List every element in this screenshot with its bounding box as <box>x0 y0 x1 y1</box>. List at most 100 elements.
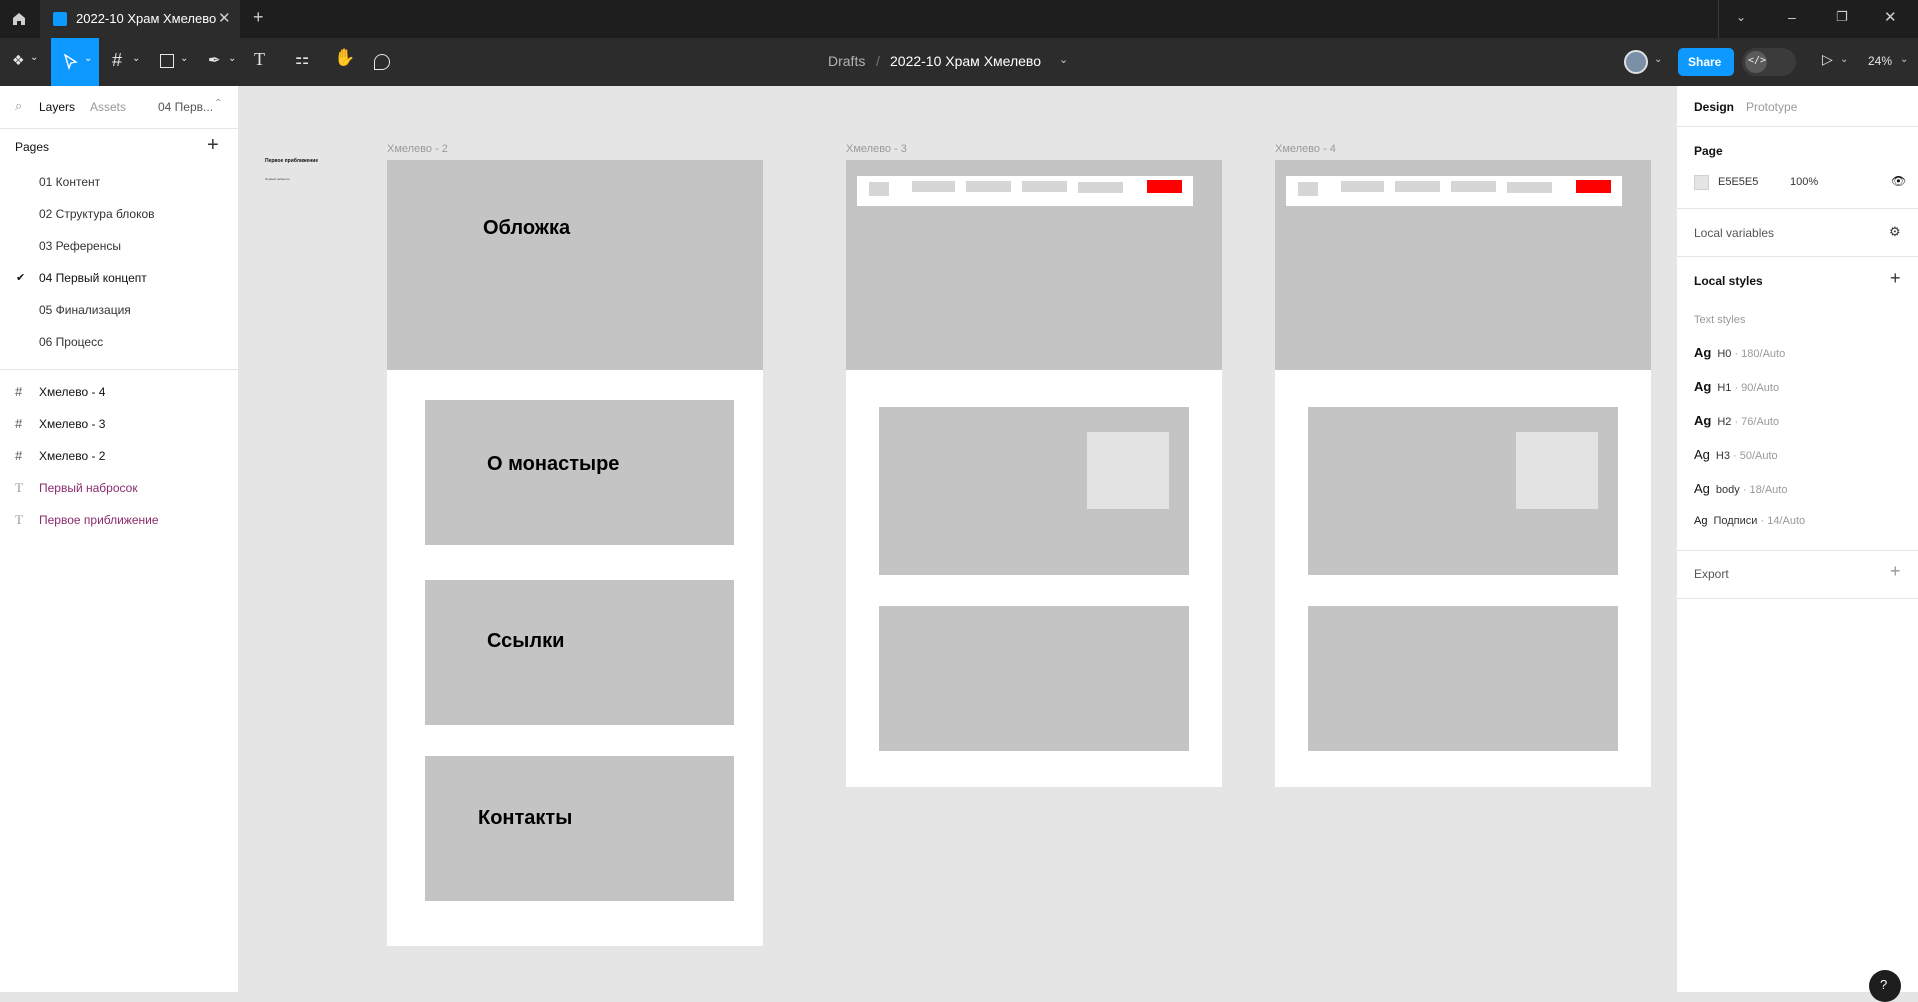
eye-icon[interactable]: 👁 <box>1891 174 1906 188</box>
help-button[interactable]: ? <box>1869 970 1901 1002</box>
page-item[interactable]: 01 Контент <box>0 166 238 198</box>
text-style-item[interactable]: Ag H0 · 180/Auto <box>1694 345 1785 365</box>
text-styles-title: Text styles <box>1694 314 1746 326</box>
design-canvas[interactable]: Первое приближение Первый набросок Хмеле… <box>240 86 1676 992</box>
image-placeholder <box>1516 432 1598 509</box>
close-tab-icon[interactable]: ✕ <box>218 9 231 27</box>
frame-khmelevo-3[interactable] <box>846 160 1222 787</box>
local-variables-label[interactable]: Local variables <box>1694 226 1774 240</box>
page-opacity-value[interactable]: 100% <box>1790 176 1818 188</box>
page-label: 06 Процесс <box>39 335 104 349</box>
divider <box>1677 208 1918 209</box>
chevron-down-icon[interactable]: ⌄ <box>1736 10 1746 24</box>
home-icon <box>13 13 25 25</box>
home-button[interactable] <box>0 0 38 38</box>
present-play-icon[interactable]: ▷ <box>1822 51 1833 68</box>
comment-icon[interactable] <box>374 54 390 70</box>
layer-item-frame[interactable]: # Хмелево - 2 <box>0 440 238 472</box>
divider <box>0 128 238 129</box>
page-section-title: Page <box>1694 144 1723 158</box>
new-tab-button[interactable]: + <box>253 7 264 28</box>
export-label[interactable]: Export <box>1694 567 1729 581</box>
pen-tool-button[interactable]: ✒ ⌄ <box>206 50 240 74</box>
chevron-down-icon[interactable]: ⌄ <box>1059 53 1068 66</box>
divider <box>1677 256 1918 257</box>
canvas-tiny-title[interactable]: Первое приближение <box>265 158 318 164</box>
text-style-item[interactable]: Ag Подписи · 14/Auto <box>1694 515 1805 535</box>
close-window-button[interactable]: ✕ <box>1884 8 1897 26</box>
share-button[interactable]: Share <box>1678 48 1734 76</box>
share-button-label: Share <box>1688 55 1722 69</box>
text-style-name: body <box>1715 484 1740 496</box>
tab-prototype[interactable]: Prototype <box>1746 100 1797 114</box>
help-icon: ? <box>1880 977 1888 992</box>
frame-label[interactable]: Хмелево - 4 <box>1275 143 1336 155</box>
nav-cta-button <box>1576 180 1611 193</box>
frame-tool-button[interactable]: # ⌄ <box>110 50 144 74</box>
variables-settings-icon[interactable]: ⚙ <box>1889 224 1901 240</box>
text-style-item[interactable]: Ag H3 · 50/Auto <box>1694 447 1778 467</box>
text-style-meta: · 50/Auto <box>1729 450 1778 462</box>
page-item[interactable]: 03 Референсы <box>0 230 238 262</box>
tab-layers[interactable]: Layers <box>39 100 75 114</box>
tab-design[interactable]: Design <box>1694 100 1734 114</box>
resources-icon[interactable]: ⚏ <box>295 49 309 69</box>
zoom-level[interactable]: 24% <box>1868 54 1892 68</box>
text-style-item[interactable]: Ag H1 · 90/Auto <box>1694 379 1779 399</box>
tab-assets[interactable]: Assets <box>90 100 126 114</box>
add-export-button[interactable]: + <box>1890 561 1901 582</box>
page-item[interactable]: 02 Структура блоков <box>0 198 238 230</box>
nav-item <box>1341 181 1384 192</box>
page-item-selected[interactable]: ✔ 04 Первый концепт <box>0 262 238 294</box>
nav-item <box>1507 182 1552 193</box>
frame-label[interactable]: Хмелево - 3 <box>846 143 907 155</box>
text-style-name: H2 <box>1717 416 1732 428</box>
minimize-button[interactable]: – <box>1788 9 1796 25</box>
frame-khmelevo-4[interactable] <box>1275 160 1651 787</box>
page-item[interactable]: 06 Процесс <box>0 326 238 358</box>
pen-icon: ✒ <box>208 52 221 69</box>
layer-item-frame[interactable]: # Хмелево - 3 <box>0 408 238 440</box>
layer-item-text[interactable]: T Первый набросок <box>0 472 238 504</box>
divider <box>1677 550 1918 551</box>
user-avatar[interactable] <box>1624 50 1648 74</box>
page-color-swatch[interactable] <box>1694 175 1709 190</box>
text-style-meta: · 90/Auto <box>1731 382 1780 394</box>
file-tab[interactable]: 2022-10 Храм Хмелево ✕ <box>40 0 240 38</box>
hand-tool-icon[interactable]: ✋ <box>334 48 355 68</box>
frame-label[interactable]: Хмелево - 2 <box>387 143 448 155</box>
shape-tool-button[interactable]: ⌄ <box>158 50 192 74</box>
chevron-down-icon[interactable]: ⌄ <box>1900 54 1908 65</box>
restore-button[interactable]: ❐ <box>1836 9 1848 25</box>
figma-file-icon <box>53 12 67 26</box>
frame-khmelevo-2[interactable]: Обложка О монастыре Ссылки Контакты <box>387 160 763 946</box>
add-page-button[interactable]: + <box>207 134 219 157</box>
divider <box>0 369 238 370</box>
page-color-value[interactable]: E5E5E5 <box>1718 176 1758 188</box>
search-icon[interactable]: ⌕ <box>15 98 22 114</box>
text-style-name: H3 <box>1715 450 1730 462</box>
canvas-tiny-subtitle[interactable]: Первый набросок <box>265 177 290 181</box>
chevron-up-icon[interactable]: ⌃ <box>214 98 222 109</box>
file-name[interactable]: 2022-10 Храм Хмелево <box>890 53 1041 69</box>
main-menu-button[interactable]: ❖ ⌄ <box>8 50 44 74</box>
text-tool-icon[interactable]: T <box>254 49 265 70</box>
chevron-down-icon[interactable]: ⌄ <box>1654 54 1662 65</box>
breadcrumb-drafts[interactable]: Drafts <box>828 53 865 69</box>
layer-label: Хмелево - 4 <box>39 385 106 399</box>
text-style-preview: Ag <box>1694 481 1710 496</box>
chevron-down-icon[interactable]: ⌄ <box>1840 54 1848 65</box>
cover-label: Обложка <box>483 217 571 239</box>
current-page-selector[interactable]: 04 Перв... <box>158 100 213 114</box>
text-style-item[interactable]: Ag body · 18/Auto <box>1694 481 1787 501</box>
add-style-button[interactable]: + <box>1890 268 1901 289</box>
chevron-down-icon: ⌄ <box>132 53 141 64</box>
page-item[interactable]: 05 Финализация <box>0 294 238 326</box>
nav-item <box>912 181 955 192</box>
page-label: 05 Финализация <box>39 303 131 317</box>
layer-item-frame[interactable]: # Хмелево - 4 <box>0 376 238 408</box>
dev-mode-toggle[interactable]: </> <box>1742 48 1796 76</box>
move-tool-button[interactable]: ⌄ <box>51 38 99 86</box>
layer-item-text[interactable]: T Первое приближение <box>0 504 238 536</box>
text-style-item[interactable]: Ag H2 · 76/Auto <box>1694 413 1779 433</box>
